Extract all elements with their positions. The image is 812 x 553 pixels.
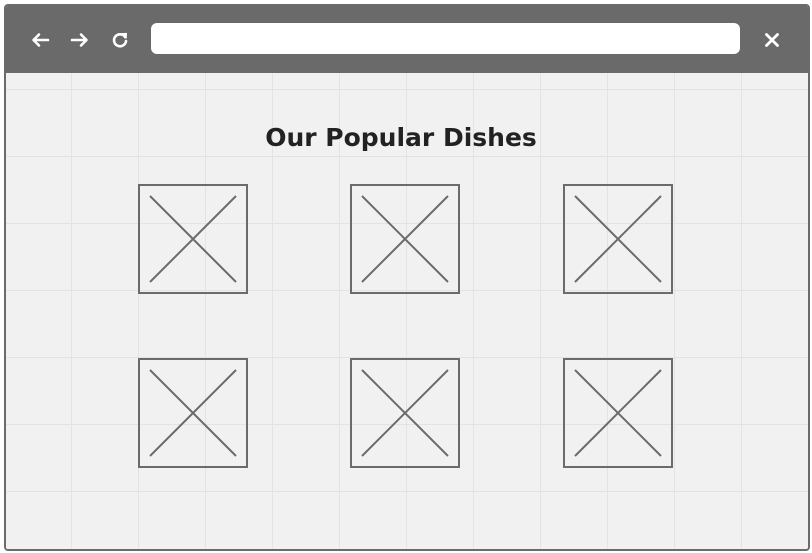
image-placeholder-icon: [574, 369, 662, 457]
reload-icon: [112, 32, 128, 48]
page-title: Our Popular Dishes: [265, 123, 537, 152]
close-icon: [765, 33, 779, 47]
arrow-left-icon: [32, 33, 50, 47]
browser-window: Our Popular Dishes: [4, 4, 810, 551]
dish-image-placeholder[interactable]: [350, 358, 460, 468]
dish-image-placeholder[interactable]: [138, 358, 248, 468]
image-placeholder-icon: [574, 195, 662, 283]
reload-button[interactable]: [107, 27, 133, 53]
image-placeholder-icon: [361, 195, 449, 283]
image-placeholder-icon: [149, 195, 237, 283]
dish-image-placeholder[interactable]: [563, 358, 673, 468]
address-bar[interactable]: [151, 23, 740, 54]
close-button[interactable]: [759, 27, 785, 53]
page-content: Our Popular Dishes: [6, 73, 808, 549]
dish-image-placeholder[interactable]: [350, 184, 460, 294]
forward-button[interactable]: [67, 27, 93, 53]
dish-image-placeholder[interactable]: [563, 184, 673, 294]
image-placeholder-icon: [149, 369, 237, 457]
browser-toolbar: [6, 6, 808, 73]
dish-image-placeholder[interactable]: [138, 184, 248, 294]
back-button[interactable]: [27, 27, 53, 53]
image-placeholder-icon: [361, 369, 449, 457]
arrow-right-icon: [70, 33, 88, 47]
